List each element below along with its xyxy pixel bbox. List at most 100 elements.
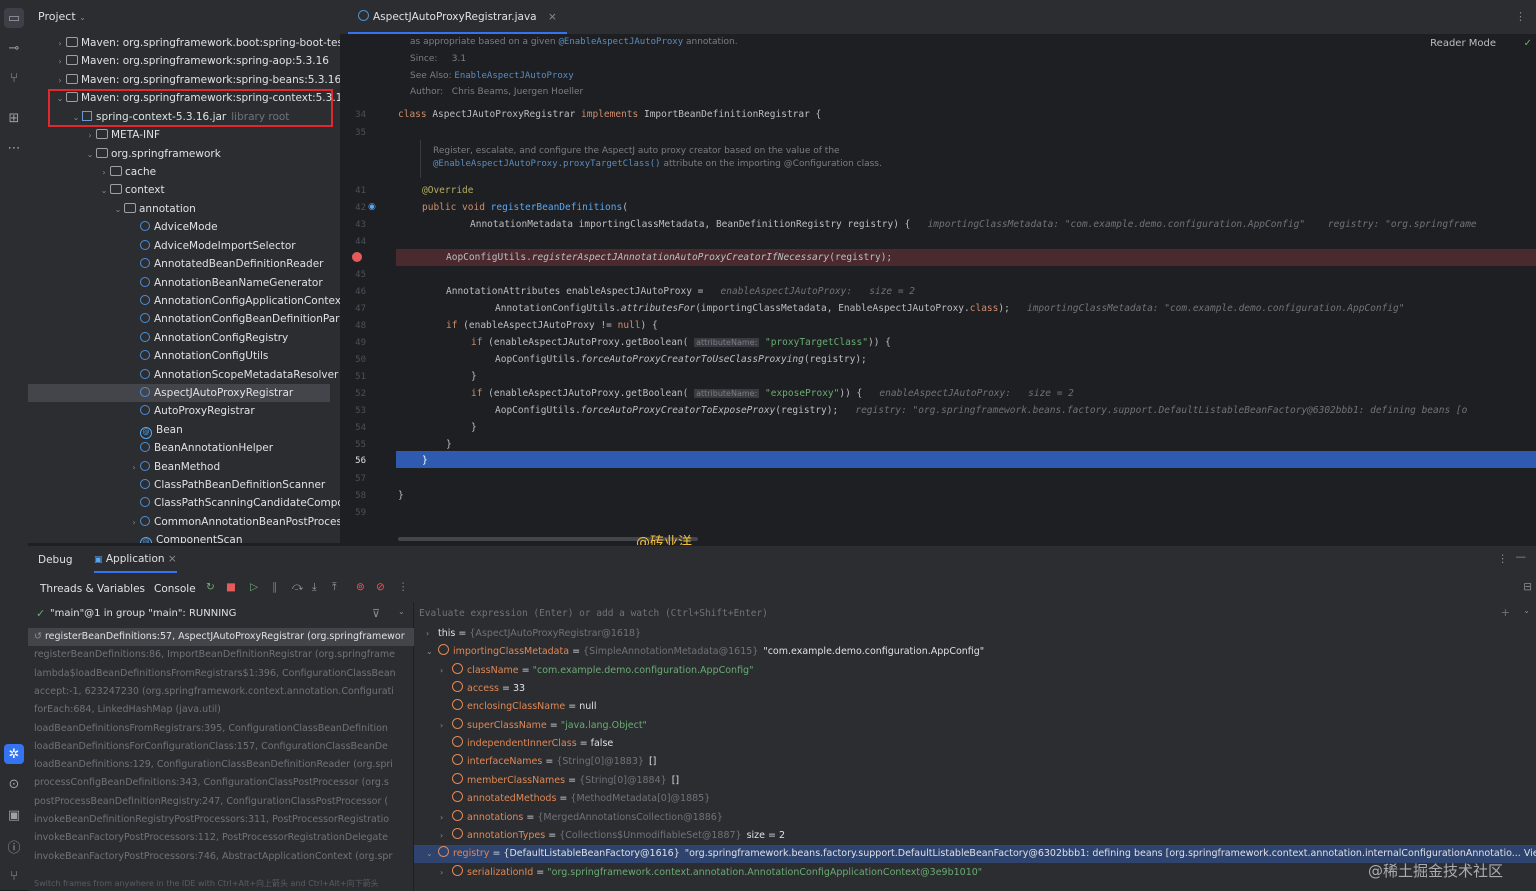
tree-row[interactable]: AnnotationConfigApplicationContext bbox=[128, 292, 340, 310]
inspection-ok-icon[interactable]: ✓ bbox=[1524, 38, 1532, 49]
minimize-icon[interactable]: — bbox=[1516, 551, 1527, 563]
more-actions-icon[interactable]: ⋮ bbox=[398, 581, 409, 593]
stack-frame[interactable]: postProcessBeanDefinitionRegistry:247, C… bbox=[34, 793, 388, 811]
stack-frame[interactable]: loadBeanDefinitions:129, ConfigurationCl… bbox=[34, 756, 393, 774]
view-breakpoints-icon[interactable]: ⊚ bbox=[356, 581, 365, 593]
variable-row[interactable]: ⌄ importingClassMetadata = {SimpleAnnotat… bbox=[426, 643, 984, 661]
rerun-icon[interactable]: ↻ bbox=[206, 581, 215, 593]
tree-row[interactable]: ClassPathScanningCandidateCompon bbox=[128, 494, 340, 512]
tree-row[interactable]: AdviceMode bbox=[128, 218, 218, 236]
tree-row[interactable]: › Maven: org.springframework:spring-beans… bbox=[54, 71, 340, 89]
chevron-down-icon[interactable]: ⌄ bbox=[70, 109, 82, 127]
structure-icon[interactable]: ⊞ bbox=[4, 108, 24, 128]
chevron-right-icon[interactable]: › bbox=[54, 72, 66, 90]
add-watch-icon[interactable]: + bbox=[1501, 606, 1510, 619]
tree-row[interactable]: BeanAnnotationHelper bbox=[128, 439, 273, 457]
tree-row[interactable]: › META-INF bbox=[84, 126, 160, 144]
tab-options-icon[interactable]: ⋮ bbox=[1515, 10, 1526, 23]
tab-aspectj-auto-proxy-registrar[interactable]: AspectJAutoProxyRegistrar.java × bbox=[348, 0, 567, 34]
project-panel-title[interactable]: Project ⌄ bbox=[38, 10, 86, 23]
tree-row[interactable]: › Maven: org.springframework.boot:spring-… bbox=[54, 34, 340, 52]
variable-row[interactable]: › annotations = {MergedAnnotationsCollect… bbox=[440, 809, 723, 827]
variable-row[interactable]: › serializationId = "org.springframework.… bbox=[440, 864, 982, 882]
tree-row[interactable]: ⌄ context bbox=[98, 181, 165, 199]
tab-application[interactable]: ▣ Application × bbox=[94, 553, 177, 573]
chevron-right-icon[interactable]: › bbox=[54, 53, 66, 71]
pause-icon[interactable]: ‖ bbox=[272, 581, 277, 593]
resume-icon[interactable]: ▷ bbox=[250, 581, 258, 593]
variable-row[interactable]: access = 33 bbox=[440, 680, 525, 698]
chevron-down-icon[interactable]: ⌄ bbox=[1523, 606, 1530, 615]
variable-row[interactable]: interfaceNames = {String[0]@1883} [] bbox=[440, 753, 656, 771]
variable-row[interactable]: › className = "com.example.demo.configura… bbox=[440, 662, 753, 680]
chevron-right-icon[interactable]: › bbox=[440, 809, 452, 827]
stack-frame[interactable]: loadBeanDefinitionsForConfigurationClass… bbox=[34, 738, 388, 756]
tree-row[interactable]: AnnotationConfigBeanDefinitionParse bbox=[128, 310, 340, 328]
close-tab-icon[interactable]: × bbox=[548, 11, 557, 23]
chevron-right-icon[interactable]: › bbox=[440, 717, 452, 735]
stop-icon[interactable]: ■ bbox=[226, 581, 236, 593]
tab-threads-variables[interactable]: Threads & Variables bbox=[40, 583, 145, 595]
pull-requests-icon[interactable]: ⑂ bbox=[4, 68, 24, 88]
implements-gutter-icon[interactable]: ◉ bbox=[368, 202, 376, 212]
tree-row[interactable]: ⌄ Maven: org.springframework:spring-conte… bbox=[54, 89, 340, 107]
chevron-down-icon[interactable]: ⌄ bbox=[426, 643, 438, 661]
tree-row[interactable]: ⌄ spring-context-5.3.16.jar library root bbox=[70, 108, 289, 126]
tree-row[interactable]: AnnotationScopeMetadataResolver bbox=[128, 366, 338, 384]
tree-row[interactable]: › Maven: org.springframework:spring-aop:5… bbox=[54, 52, 329, 70]
stack-frame[interactable]: invokeBeanFactoryPostProcessors:112, Pos… bbox=[34, 829, 388, 847]
stack-frame[interactable]: ↺ registerBeanDefinitions:57, AspectJAut… bbox=[28, 628, 414, 646]
variable-row[interactable]: › superClassName = "java.lang.Object" bbox=[440, 717, 647, 735]
tree-row[interactable]: @ ComponentScan bbox=[128, 531, 243, 543]
chevron-right-icon[interactable]: › bbox=[440, 827, 452, 845]
evaluate-expression-field[interactable]: Evaluate expression (Enter) or add a wat… bbox=[414, 602, 1536, 626]
project-folder-icon[interactable]: ▭ bbox=[4, 8, 24, 28]
debug-bug-icon[interactable]: ✲ bbox=[4, 744, 24, 764]
tree-row[interactable]: ⌄ annotation bbox=[112, 200, 196, 218]
tree-row[interactable]: AnnotatedBeanDefinitionReader bbox=[128, 255, 323, 273]
problems-icon[interactable]: ⓘ bbox=[4, 836, 24, 856]
tab-console[interactable]: Console bbox=[154, 583, 196, 595]
stack-frame[interactable]: forEach:684, LinkedHashMap (java.util) bbox=[34, 701, 221, 719]
tree-row[interactable]: ⌄ org.springframework bbox=[84, 145, 221, 163]
tree-row[interactable]: AnnotationConfigRegistry bbox=[128, 329, 288, 347]
tree-row[interactable]: AnnotationBeanNameGenerator bbox=[128, 274, 323, 292]
git-icon[interactable]: ⑂ bbox=[4, 866, 24, 886]
layout-icon[interactable]: ⊟ bbox=[1523, 581, 1532, 593]
stack-frame[interactable]: invokeBeanFactoryPostProcessors:746, Abs… bbox=[34, 848, 392, 866]
chevron-right-icon[interactable]: › bbox=[440, 662, 452, 680]
stack-frame[interactable]: invokeBeanDefinitionRegistryPostProcesso… bbox=[34, 811, 389, 829]
stack-frame[interactable]: processConfigBeanDefinitions:343, Config… bbox=[34, 774, 389, 792]
tree-row[interactable]: AspectJAutoProxyRegistrar bbox=[128, 384, 293, 402]
step-into-icon[interactable]: ⤓ bbox=[312, 581, 317, 594]
breakpoint-icon[interactable] bbox=[352, 252, 362, 262]
chevron-right-icon[interactable]: › bbox=[98, 164, 110, 182]
mute-breakpoints-icon[interactable]: ⊘ bbox=[376, 581, 385, 593]
tree-row[interactable]: @ Bean bbox=[128, 421, 183, 439]
step-over-icon[interactable]: ⤼ bbox=[292, 581, 303, 594]
tree-row[interactable]: AdviceModeImportSelector bbox=[128, 237, 296, 255]
chevron-down-icon[interactable]: ⌄ bbox=[54, 90, 66, 108]
variable-row[interactable]: › this = {AspectJAutoProxyRegistrar@1618} bbox=[426, 625, 641, 643]
chevron-down-icon[interactable]: ⌄ bbox=[84, 146, 96, 164]
chevron-right-icon[interactable]: › bbox=[128, 459, 140, 477]
stack-frame[interactable]: lambda$loadBeanDefinitionsFromRegistrars… bbox=[34, 665, 396, 683]
chevron-down-icon[interactable]: ⌄ bbox=[98, 182, 110, 200]
tree-row[interactable]: ClassPathBeanDefinitionScanner bbox=[128, 476, 325, 494]
terminal-icon[interactable]: ▣ bbox=[4, 805, 24, 825]
tree-row[interactable]: AnnotationConfigUtils bbox=[128, 347, 268, 365]
reader-mode-toggle[interactable]: Reader Mode bbox=[1430, 38, 1496, 49]
chevron-right-icon[interactable]: › bbox=[54, 35, 66, 53]
tree-row[interactable]: › CommonAnnotationBeanPostProcesso bbox=[128, 513, 340, 531]
chevron-right-icon[interactable]: › bbox=[84, 127, 96, 145]
tree-row[interactable]: AutoProxyRegistrar bbox=[128, 402, 255, 420]
stack-frame[interactable]: accept:-1, 623247230 (org.springframewor… bbox=[34, 683, 394, 701]
chevron-right-icon[interactable]: › bbox=[128, 514, 140, 532]
chevron-down-icon[interactable]: ⌄ bbox=[398, 607, 405, 616]
more-tools-icon[interactable]: ⋯ bbox=[4, 138, 24, 158]
chevron-down-icon[interactable]: ⌄ bbox=[426, 845, 438, 863]
variable-row[interactable]: › annotationTypes = {Collections$Unmodifi… bbox=[440, 827, 785, 845]
variable-row[interactable]: independentInnerClass = false bbox=[440, 735, 613, 753]
close-tab-icon[interactable]: × bbox=[168, 553, 177, 565]
step-out-icon[interactable]: ⤒ bbox=[332, 581, 337, 594]
